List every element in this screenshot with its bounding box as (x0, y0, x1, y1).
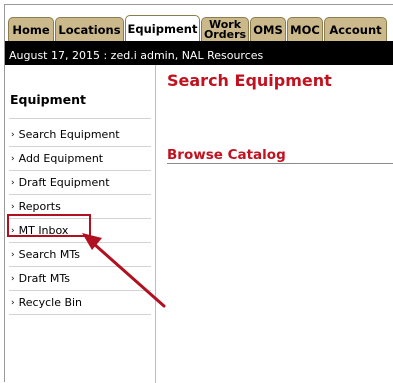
tab-home[interactable]: Home (8, 17, 54, 41)
browse-catalog-heading: Browse Catalog (167, 147, 286, 163)
sidebar-item-label: Draft MTs (18, 272, 70, 285)
chevron-right-icon: › (11, 249, 15, 260)
section-divider (167, 163, 393, 164)
sidebar-item-label: MT Inbox (18, 224, 69, 237)
sidebar-item-label: Recycle Bin (18, 296, 83, 309)
chevron-right-icon: › (11, 153, 15, 164)
tab-work-orders-label-line2: Orders (203, 27, 247, 41)
main-tab-bar: Home Locations Equipment Work Orders OMS… (5, 5, 393, 41)
sidebar-divider (9, 118, 151, 119)
tab-moc[interactable]: MOC (287, 17, 323, 41)
tab-account-label: Account (329, 22, 382, 37)
sidebar-item-draft-equipment[interactable]: › Draft Equipment (9, 171, 151, 195)
tab-work-orders[interactable]: Work Orders (201, 17, 249, 41)
sidebar-item-label: Reports (18, 200, 61, 213)
sidebar-title: Equipment (10, 92, 86, 107)
tab-locations-label: Locations (58, 22, 121, 37)
tab-moc-label: MOC (290, 22, 320, 37)
tab-home-label: Home (12, 22, 50, 37)
sidebar-item-label: Add Equipment (18, 152, 104, 165)
chevron-right-icon: › (11, 129, 15, 140)
chevron-right-icon: › (11, 177, 15, 188)
tab-locations[interactable]: Locations (55, 17, 124, 41)
page-title: Search Equipment (167, 71, 332, 90)
chevron-right-icon: › (11, 201, 15, 212)
sidebar-item-label: Search Equipment (18, 128, 120, 141)
sidebar-item-add-equipment[interactable]: › Add Equipment (9, 147, 151, 171)
chevron-right-icon: › (11, 297, 15, 308)
sidebar-item-search-mts[interactable]: › Search MTs (9, 243, 151, 267)
tab-equipment[interactable]: Equipment (125, 15, 200, 41)
session-info-text: August 17, 2015 : zed.i admin, NAL Resou… (9, 48, 264, 62)
app-frame: Home Locations Equipment Work Orders OMS… (4, 4, 393, 383)
sidebar-item-recycle-bin[interactable]: › Recycle Bin (9, 291, 151, 315)
sidebar-item-label: Search MTs (18, 248, 81, 261)
tab-oms[interactable]: OMS (250, 17, 286, 41)
chevron-right-icon: › (11, 273, 15, 284)
tab-oms-label: OMS (253, 22, 283, 37)
sidebar: Equipment › Search Equipment › Add Equip… (5, 65, 156, 383)
sidebar-item-draft-mts[interactable]: › Draft MTs (9, 267, 151, 291)
chevron-right-icon: › (11, 225, 15, 236)
tab-equipment-label: Equipment (127, 21, 198, 36)
sidebar-item-search-equipment[interactable]: › Search Equipment (9, 123, 151, 147)
session-info-bar: August 17, 2015 : zed.i admin, NAL Resou… (5, 45, 393, 65)
tab-account[interactable]: Account (324, 17, 387, 41)
sidebar-item-mt-inbox[interactable]: › MT Inbox (9, 219, 151, 243)
sidebar-item-label: Draft Equipment (18, 176, 110, 189)
sidebar-item-reports[interactable]: › Reports (9, 195, 151, 219)
